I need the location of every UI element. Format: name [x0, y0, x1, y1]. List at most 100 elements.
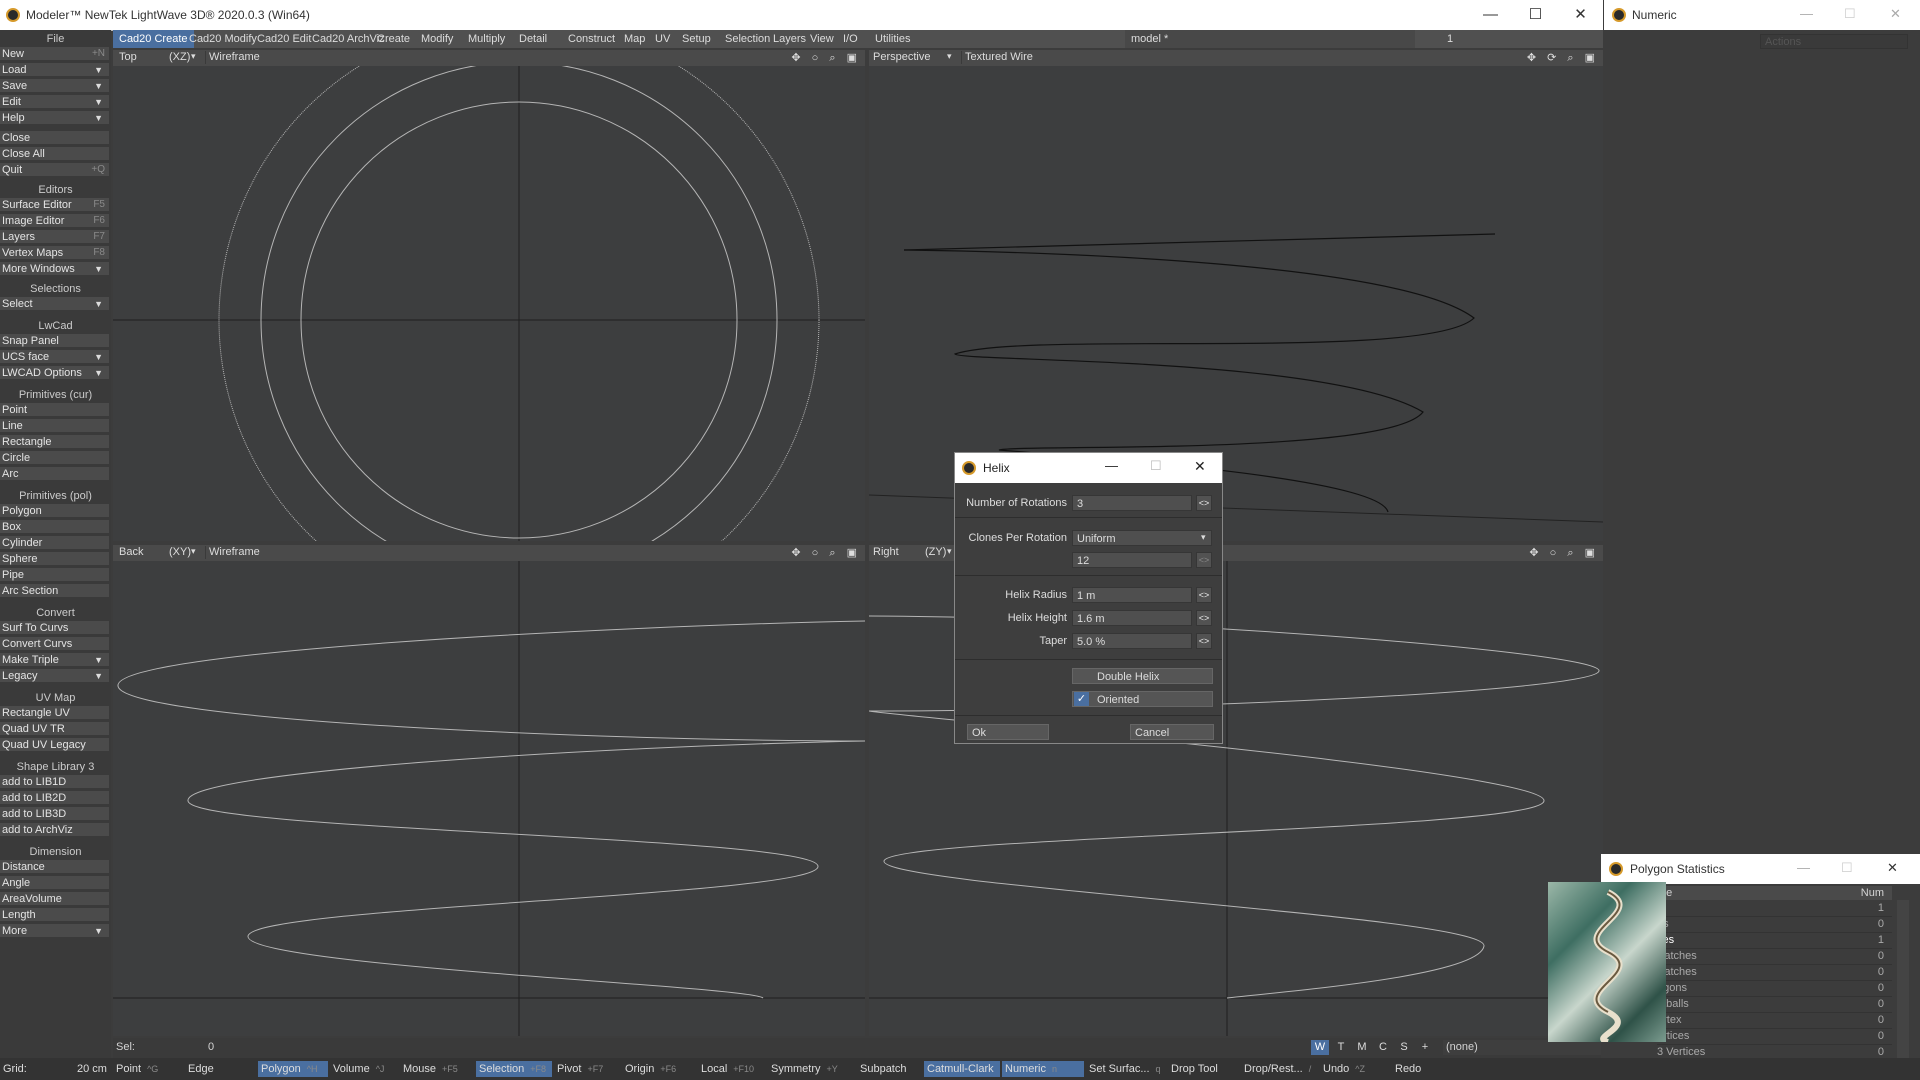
close-button[interactable]: ✕ [1887, 860, 1898, 876]
close-button[interactable]: ✕ [1558, 0, 1603, 30]
tab-create[interactable]: Create [371, 30, 416, 48]
sidebar-item-pipe[interactable]: Pipe [0, 568, 109, 582]
maximize-button[interactable]: ☐ [1841, 860, 1853, 876]
stepper-arrows-icon[interactable]: <> [1196, 633, 1212, 649]
sidebar-item-help[interactable]: Help ▼ [0, 111, 109, 125]
viewport-controls[interactable]: ✥ ○ ⌕ ▣ [791, 51, 861, 65]
sidebar-item-arc[interactable]: Arc [0, 467, 109, 481]
mode-point-button[interactable]: Point ^G [113, 1061, 183, 1077]
tab-multiply[interactable]: Multiply [462, 30, 511, 48]
sidebar-item-add-to-lib3d[interactable]: add to LIB3D [0, 807, 109, 821]
mode-drop-rest--button[interactable]: Drop/Rest... / [1241, 1061, 1319, 1077]
sidebar-item-add-to-lib1d[interactable]: add to LIB1D [0, 775, 109, 789]
layer-toggle-m[interactable]: M [1353, 1040, 1371, 1055]
mode-selection-button[interactable]: Selection +F8 [476, 1061, 552, 1077]
render-mode-select[interactable]: Textured Wire [961, 51, 1075, 64]
mode-undo-button[interactable]: Undo ^Z [1320, 1061, 1390, 1077]
sidebar-item-point[interactable]: Point [0, 403, 109, 417]
mode-local-button[interactable]: Local +F10 [698, 1061, 766, 1077]
radius-field[interactable]: 1 m [1072, 587, 1192, 603]
minimize-button[interactable]: — [1797, 860, 1810, 875]
double-helix-toggle[interactable]: Double Helix [1072, 668, 1213, 684]
close-button[interactable]: ✕ [1194, 458, 1206, 475]
surface-select[interactable]: (none) [1443, 1040, 1603, 1055]
layer-toggle-plus[interactable]: + [1416, 1040, 1434, 1055]
maximize-button[interactable]: ☐ [1513, 0, 1558, 30]
layer-toggle-s[interactable]: S [1395, 1040, 1413, 1055]
clones-field[interactable]: 12 [1072, 552, 1192, 568]
viewport-name[interactable]: Right [873, 546, 899, 558]
sidebar-item-vertex-maps[interactable]: Vertex Maps F8 [0, 246, 109, 260]
sidebar-item-image-editor[interactable]: Image Editor F6 [0, 214, 109, 228]
viewport-controls[interactable]: ✥ ⟳ ⌕ ▣ [1527, 51, 1599, 65]
stepper-arrows-icon[interactable]: <> [1196, 495, 1212, 511]
mode-pivot-button[interactable]: Pivot +F7 [554, 1061, 620, 1077]
sidebar-item-surface-editor[interactable]: Surface Editor F5 [0, 198, 109, 212]
stepper-arrows-icon[interactable]: <> [1196, 587, 1212, 603]
tab-map[interactable]: Map [618, 30, 651, 48]
close-button[interactable]: ✕ [1890, 6, 1901, 22]
sidebar-item-ucs-face[interactable]: UCS face ▼ [0, 350, 109, 364]
tab-uv[interactable]: UV [649, 30, 676, 48]
col-num-header[interactable]: Num [1861, 886, 1884, 900]
layer-toggle-w[interactable]: W [1311, 1040, 1329, 1055]
sidebar-item-length[interactable]: Length [0, 908, 109, 922]
sidebar-item-quad-uv-tr[interactable]: Quad UV TR [0, 722, 109, 736]
sidebar-item-sphere[interactable]: Sphere [0, 552, 109, 566]
sidebar-item-lwcad-options[interactable]: LWCAD Options ▼ [0, 366, 109, 380]
sidebar-item-quad-uv-legacy[interactable]: Quad UV Legacy [0, 738, 109, 752]
layer-toggle-t[interactable]: T [1332, 1040, 1350, 1055]
sidebar-item-polygon[interactable]: Polygon [0, 504, 109, 518]
sidebar-item-load[interactable]: Load ▼ [0, 63, 109, 77]
ok-button[interactable]: Ok [967, 724, 1049, 740]
sidebar-item-rectangle[interactable]: Rectangle [0, 435, 109, 449]
scrollbar[interactable] [1897, 900, 1909, 1076]
viewport-name[interactable]: Back [119, 546, 143, 558]
tab-setup[interactable]: Setup [676, 30, 717, 48]
tab-cad20-create[interactable]: Cad20 Create [113, 30, 194, 48]
render-mode-select[interactable]: Wireframe [205, 51, 319, 64]
minimize-button[interactable]: — [1105, 458, 1118, 473]
sidebar-item-snap-panel[interactable]: Snap Panel [0, 334, 109, 348]
actions-select[interactable]: Actions [1760, 34, 1908, 49]
sidebar-item-new[interactable]: New +N [0, 47, 109, 61]
mode-edge-button[interactable]: Edge [185, 1061, 255, 1077]
viewport-controls[interactable]: ✥ ○ ⌕ ▣ [791, 546, 861, 560]
sidebar-item-add-to-lib2d[interactable]: add to LIB2D [0, 791, 109, 805]
tab-construct[interactable]: Construct [562, 30, 621, 48]
sidebar-item-make-triple[interactable]: Make Triple ▼ [0, 653, 109, 667]
sidebar-item-more-windows[interactable]: More Windows ▼ [0, 262, 109, 276]
sidebar-item-surf-to-curvs[interactable]: Surf To Curvs [0, 621, 109, 635]
viewport-axis[interactable]: (ZY) [925, 546, 946, 558]
sidebar-item-close-all[interactable]: Close All [0, 147, 109, 161]
taper-field[interactable]: 5.0 % [1072, 633, 1192, 649]
rotations-field[interactable]: 3 [1072, 495, 1192, 511]
sidebar-item-edit[interactable]: Edit ▼ [0, 95, 109, 109]
sidebar-item-add-to-archviz[interactable]: add to ArchViz [0, 823, 109, 837]
viewport-name[interactable]: Top [119, 51, 137, 63]
mode-polygon-button[interactable]: Polygon ^H [258, 1061, 328, 1077]
sidebar-item-legacy[interactable]: Legacy ▼ [0, 669, 109, 683]
mode-drop-tool-button[interactable]: Drop Tool [1168, 1061, 1240, 1077]
height-field[interactable]: 1.6 m [1072, 610, 1192, 626]
oriented-toggle[interactable]: Oriented [1072, 691, 1213, 707]
sidebar-item-cylinder[interactable]: Cylinder [0, 536, 109, 550]
mode-redo-button[interactable]: Redo [1392, 1061, 1452, 1077]
mode-subpatch-button[interactable]: Subpatch [857, 1061, 923, 1077]
minimize-button[interactable]: — [1800, 6, 1813, 21]
tab-utilities[interactable]: Utilities [869, 30, 916, 48]
sidebar-item-line[interactable]: Line [0, 419, 109, 433]
sidebar-item-close[interactable]: Close [0, 131, 109, 145]
sidebar-item-box[interactable]: Box [0, 520, 109, 534]
viewport-back[interactable]: Back (XY) ▾ Wireframe ✥ ○ ⌕ ▣ [113, 545, 865, 1036]
viewport-controls[interactable]: ✥ ○ ⌕ ▣ [1529, 546, 1599, 560]
mode-volume-button[interactable]: Volume ^J [330, 1061, 398, 1077]
model-select[interactable]: model * [1125, 30, 1415, 48]
viewport-top[interactable]: Top (XZ) ▾ Wireframe ✥ ○ ⌕ ▣ [113, 50, 865, 541]
layer-toggle-c[interactable]: C [1374, 1040, 1392, 1055]
sidebar-item-more[interactable]: More ▼ [0, 924, 109, 938]
mode-origin-button[interactable]: Origin +F6 [622, 1061, 696, 1077]
viewport-name[interactable]: Perspective [873, 51, 930, 63]
maximize-button[interactable]: ☐ [1150, 458, 1162, 474]
stepper-arrows-icon[interactable]: <> [1196, 552, 1212, 568]
